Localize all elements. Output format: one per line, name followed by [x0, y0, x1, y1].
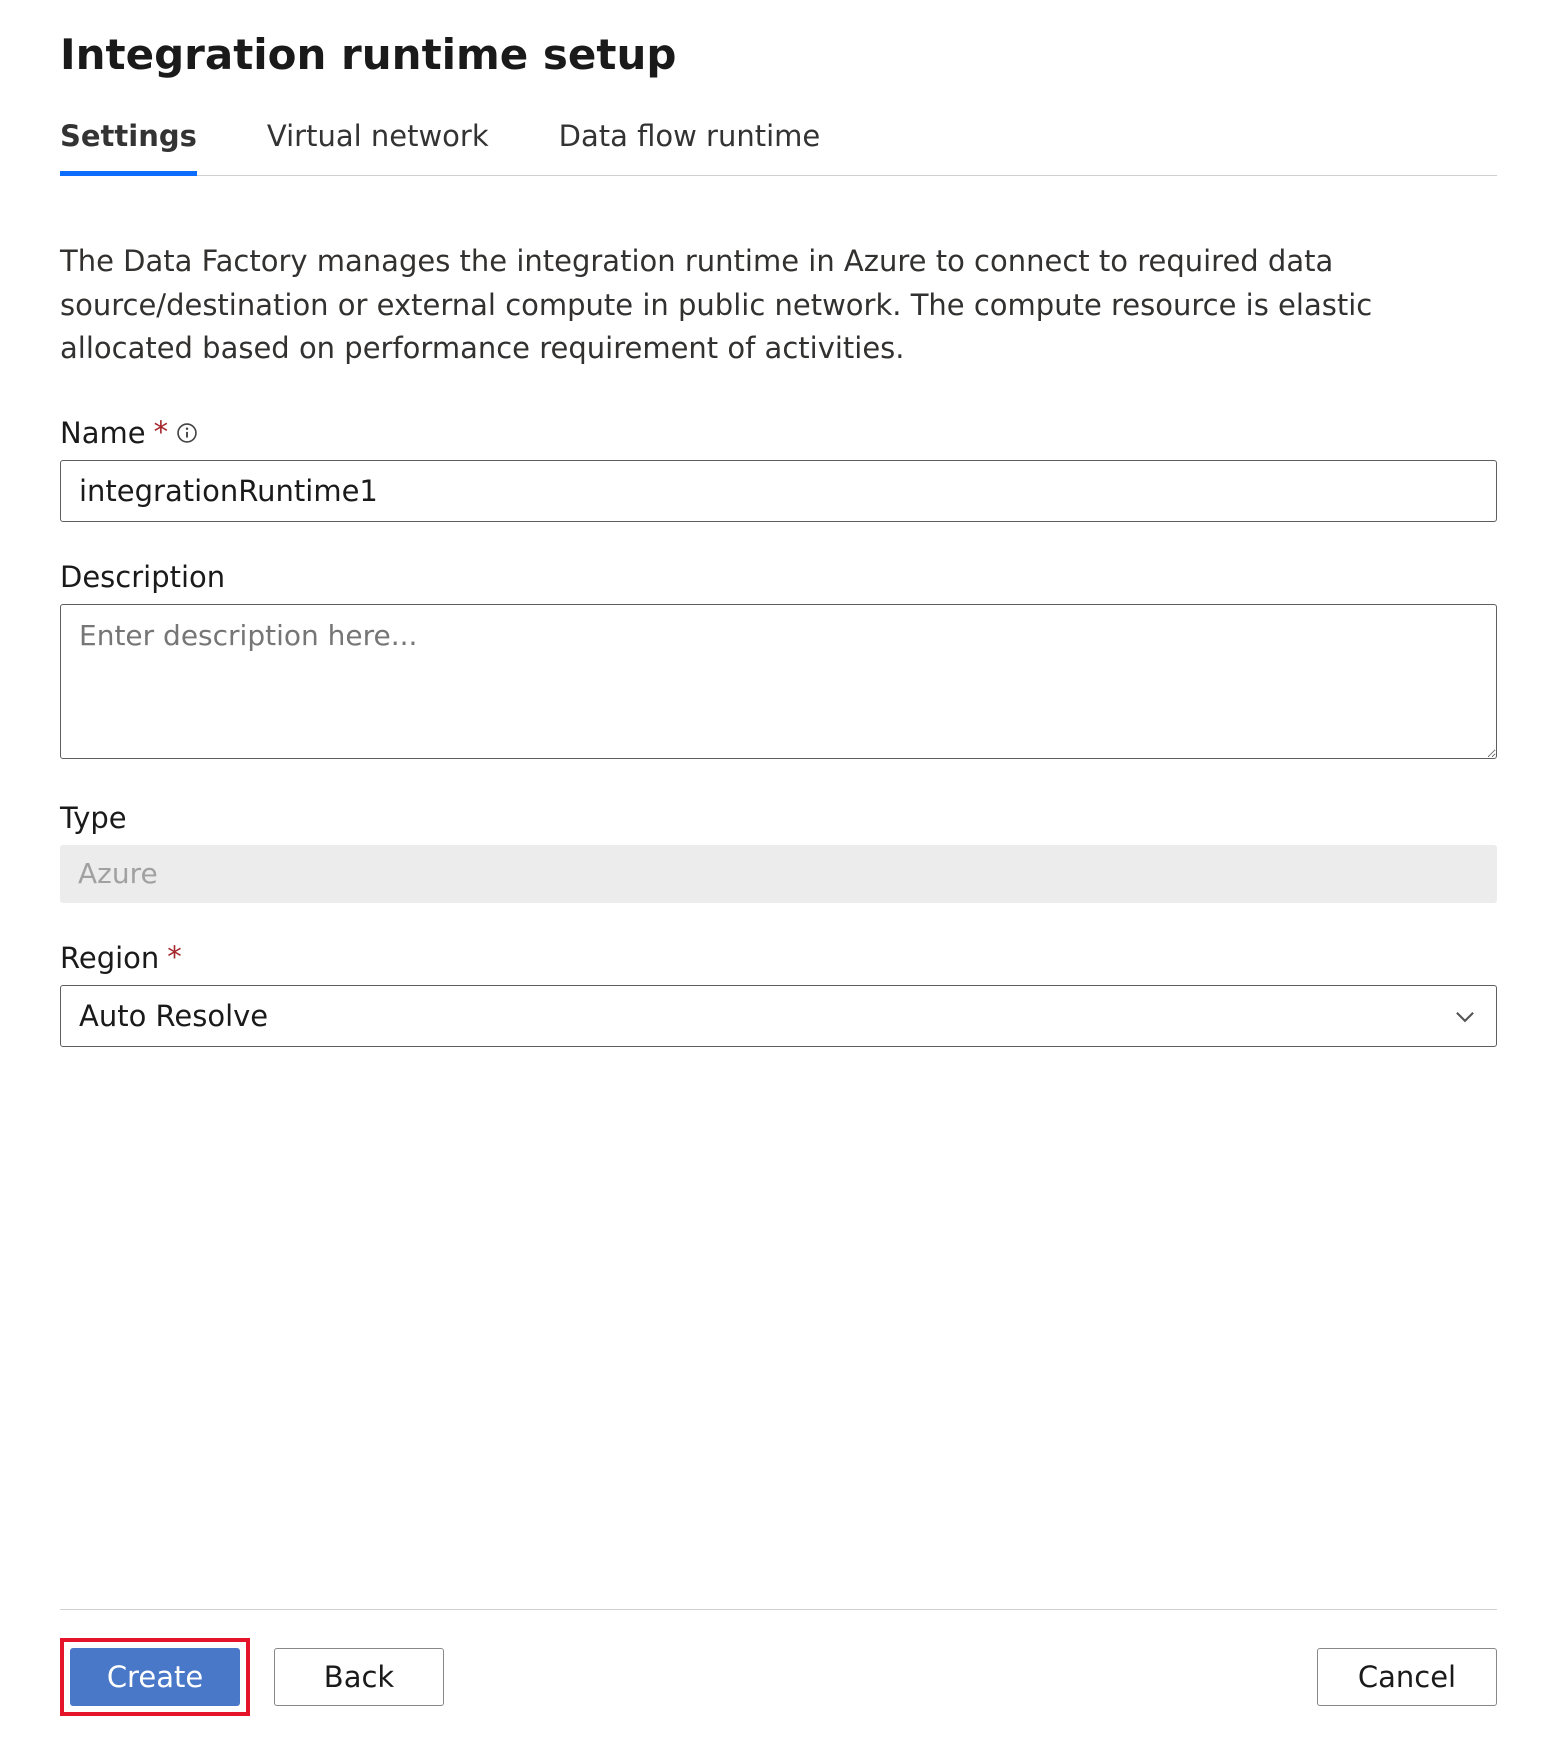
tab-data-flow-runtime[interactable]: Data flow runtime — [559, 119, 821, 176]
region-selected-value: Auto Resolve — [79, 999, 268, 1033]
spacer — [60, 1085, 1497, 1610]
footer: Create Back Cancel — [60, 1609, 1497, 1750]
name-input[interactable] — [60, 460, 1497, 522]
integration-runtime-setup-panel: Integration runtime setup Settings Virtu… — [0, 0, 1557, 1750]
description-textarea[interactable] — [60, 604, 1497, 759]
region-select[interactable]: Auto Resolve — [60, 985, 1497, 1047]
region-label-row: Region * — [60, 941, 1497, 975]
create-highlight: Create — [60, 1638, 250, 1716]
field-name: Name * — [60, 416, 1497, 522]
field-type: Type Azure — [60, 801, 1497, 903]
create-button[interactable]: Create — [70, 1648, 240, 1706]
name-label-row: Name * — [60, 416, 1497, 450]
region-required-marker: * — [167, 943, 182, 972]
back-button[interactable]: Back — [274, 1648, 444, 1706]
description-label: Description — [60, 560, 225, 594]
info-icon[interactable] — [176, 422, 198, 444]
type-label: Type — [60, 801, 127, 835]
chevron-down-icon — [1452, 1003, 1478, 1029]
tab-description: The Data Factory manages the integration… — [60, 240, 1497, 371]
name-label: Name — [60, 416, 146, 450]
tab-settings[interactable]: Settings — [60, 119, 197, 176]
cancel-button[interactable]: Cancel — [1317, 1648, 1497, 1706]
page-title: Integration runtime setup — [60, 30, 1497, 79]
region-label: Region — [60, 941, 159, 975]
field-region: Region * Auto Resolve — [60, 941, 1497, 1047]
field-description: Description — [60, 560, 1497, 763]
tabs: Settings Virtual network Data flow runti… — [60, 119, 1497, 176]
name-required-marker: * — [154, 418, 169, 447]
tab-virtual-network[interactable]: Virtual network — [267, 119, 489, 176]
type-label-row: Type — [60, 801, 1497, 835]
description-label-row: Description — [60, 560, 1497, 594]
type-readonly-value: Azure — [60, 845, 1497, 903]
